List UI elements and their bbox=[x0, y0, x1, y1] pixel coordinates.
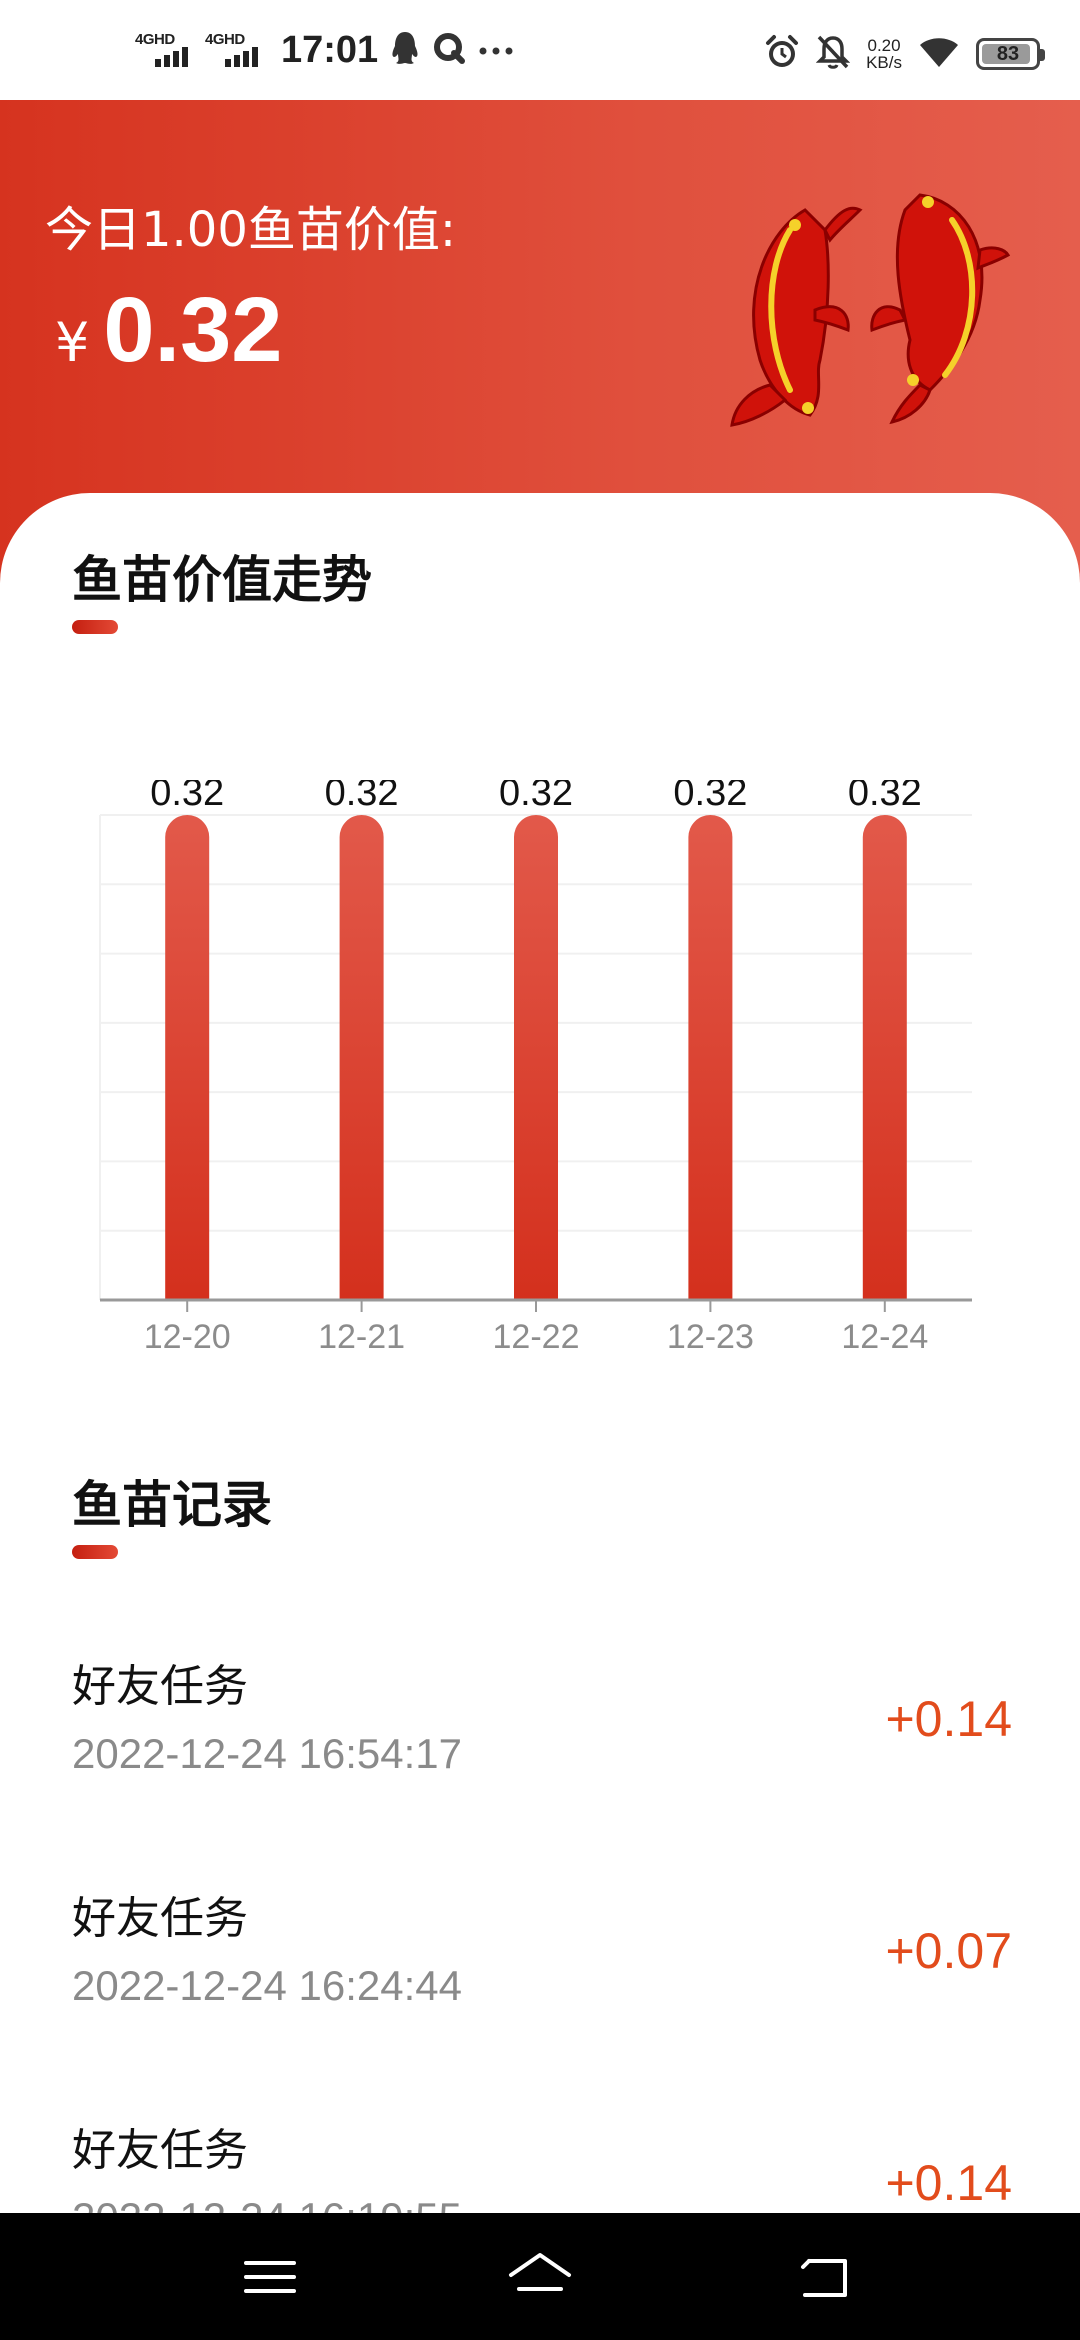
back-icon[interactable] bbox=[795, 2245, 865, 2309]
records-title-underline bbox=[72, 1545, 118, 1559]
x-tick-label: 12-24 bbox=[841, 1318, 928, 1356]
trend-title-underline bbox=[72, 620, 118, 634]
battery-level: 83 bbox=[996, 42, 1020, 65]
bar-value-label: 0.32 bbox=[325, 780, 399, 814]
status-left: 4GHD 4GHD 17:01 bbox=[135, 28, 514, 71]
record-time: 2022-12-24 16:54:17 bbox=[72, 1730, 462, 1777]
records-section-title: 鱼苗记录 bbox=[72, 1476, 272, 1534]
record-item[interactable]: 好友任务 2022-12-24 16:24:44 +0.07 bbox=[72, 1882, 1012, 2062]
chart-bar bbox=[339, 815, 384, 1300]
record-item[interactable]: 好友任务 2022-12-24 16:19:55 +0.14 bbox=[72, 2114, 1012, 2213]
record-title: 好友任务 bbox=[72, 2125, 248, 2176]
currency-symbol: ¥ bbox=[55, 311, 90, 374]
bell-off-icon bbox=[815, 34, 851, 74]
alarm-icon bbox=[764, 34, 800, 74]
speed-unit: KB/s bbox=[866, 53, 902, 72]
today-value-label: 今日1.00鱼苗价值: bbox=[45, 202, 457, 258]
x-tick-label: 12-20 bbox=[144, 1318, 231, 1356]
chart-bar bbox=[688, 815, 733, 1300]
qq-penguin-icon bbox=[390, 30, 420, 70]
home-icon[interactable] bbox=[505, 2245, 575, 2309]
signal-sim2-icon: 4GHD bbox=[205, 31, 263, 69]
menu-icon[interactable] bbox=[242, 2245, 312, 2309]
bar-value-label: 0.32 bbox=[673, 780, 747, 814]
more-dots-icon bbox=[478, 41, 514, 60]
network-type-label: 4GHD bbox=[135, 31, 175, 48]
record-amount: +0.14 bbox=[885, 1691, 1012, 1747]
battery-icon: 83 bbox=[976, 38, 1045, 70]
speed-value: 0.20 bbox=[867, 36, 901, 55]
record-amount: +0.07 bbox=[885, 1923, 1012, 1979]
network-type-label: 4GHD bbox=[205, 31, 245, 48]
bar-value-label: 0.32 bbox=[499, 780, 573, 814]
koi-fish-icon bbox=[730, 193, 1011, 427]
chart-bar bbox=[514, 815, 558, 1300]
signal-sim1-icon: 4GHD bbox=[135, 31, 193, 69]
record-time: 2022-12-24 16:24:44 bbox=[72, 1962, 462, 2009]
record-title: 好友任务 bbox=[72, 1661, 248, 1712]
status-right: 0.20 KB/s 83 bbox=[764, 34, 1045, 74]
trend-bar-chart: 0.32 12-20 0.32 12-21 0.32 12-22 0.32 12-23 0.32… bbox=[99, 780, 972, 1356]
trend-section-title: 鱼苗价值走势 bbox=[72, 551, 372, 609]
bar-value-label: 0.32 bbox=[848, 780, 922, 814]
x-tick-label: 12-23 bbox=[667, 1318, 754, 1356]
network-speed: 0.20 KB/s bbox=[866, 37, 902, 71]
chart-bar bbox=[165, 815, 210, 1300]
status-bar: 4GHD 4GHD 17:01 0.20 KB/s 83 bbox=[0, 0, 1080, 100]
x-tick-label: 12-21 bbox=[318, 1318, 405, 1356]
clock: 17:01 bbox=[281, 28, 379, 71]
system-navigation-bar bbox=[0, 2213, 1080, 2340]
record-item[interactable]: 好友任务 2022-12-24 16:54:17 +0.14 bbox=[72, 1650, 1012, 1830]
record-amount: +0.14 bbox=[885, 2155, 1012, 2211]
today-value-number: 0.32 bbox=[103, 279, 283, 381]
chart-bar bbox=[862, 815, 907, 1300]
search-q-icon bbox=[432, 31, 466, 69]
wifi-icon bbox=[918, 35, 960, 73]
record-time: 2022-12-24 16:19:55 bbox=[72, 2194, 462, 2213]
today-value: ¥ 0.32 bbox=[55, 278, 282, 383]
x-tick-label: 12-22 bbox=[493, 1318, 580, 1356]
bar-value-label: 0.32 bbox=[150, 780, 224, 814]
record-title: 好友任务 bbox=[72, 1893, 248, 1944]
